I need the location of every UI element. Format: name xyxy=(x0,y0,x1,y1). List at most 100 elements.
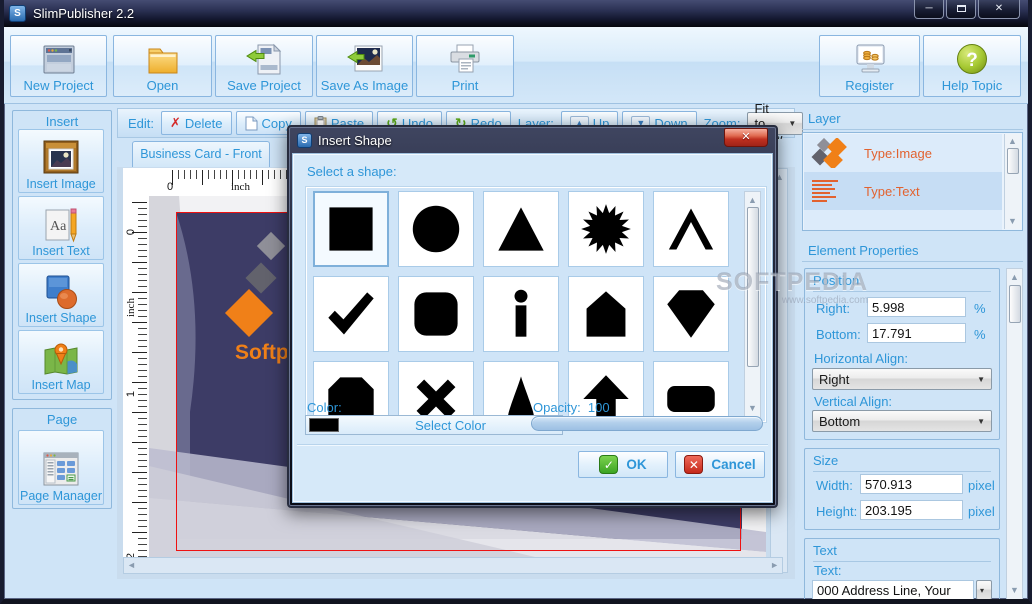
open-label: Open xyxy=(147,78,179,93)
select-shape-label: Select a shape: xyxy=(307,164,397,179)
width-input[interactable] xyxy=(860,474,963,494)
properties-scrollbar[interactable]: ▲ ▼ xyxy=(1006,268,1023,600)
close-icon: ✕ xyxy=(995,3,1003,14)
shape-grid-scrollbar[interactable]: ▲ ▼ xyxy=(744,191,761,418)
insert-shape-button[interactable]: Insert Shape xyxy=(18,263,104,327)
text-header: Text xyxy=(813,543,837,558)
new-project-button[interactable]: New Project xyxy=(10,35,107,97)
insert-text-button[interactable]: Aa Insert Text xyxy=(18,196,104,260)
shape-option-checkmark[interactable] xyxy=(313,276,389,352)
layer-scroll-down-icon[interactable]: ▼ xyxy=(1008,214,1017,229)
tab-business-card-front[interactable]: Business Card - Front xyxy=(132,141,270,167)
close-icon: ✕ xyxy=(741,131,750,143)
maximize-icon xyxy=(957,5,966,12)
cancel-label: Cancel xyxy=(711,457,755,472)
save-as-image-button[interactable]: Save As Image xyxy=(316,35,413,97)
scroll-left-icon[interactable]: ◄ xyxy=(127,558,136,573)
print-button[interactable]: Print xyxy=(416,35,514,97)
text-expand-button[interactable]: ▾ xyxy=(976,580,992,600)
square-icon xyxy=(324,202,378,256)
layer-item-partial[interactable] xyxy=(804,210,1002,230)
height-input[interactable] xyxy=(860,500,963,520)
new-project-label: New Project xyxy=(23,78,93,93)
register-button[interactable]: Register xyxy=(819,35,920,97)
v-ruler-unit: inch xyxy=(125,303,137,317)
shape-option-cross-x[interactable] xyxy=(398,361,474,423)
cancel-button[interactable]: ✕ Cancel xyxy=(675,451,765,478)
shape-option-triangle[interactable] xyxy=(483,191,559,267)
shape-option-rounded-square[interactable] xyxy=(398,276,474,352)
shape-option-starburst[interactable] xyxy=(568,191,644,267)
dialog-close-button[interactable]: ✕ xyxy=(724,128,768,147)
text-label: Text: xyxy=(814,563,841,578)
scroll-right-icon[interactable]: ► xyxy=(770,558,779,573)
page-manager-icon xyxy=(39,449,83,489)
maximize-button[interactable] xyxy=(946,0,976,19)
layer-item-text[interactable]: Type:Text xyxy=(804,172,1002,210)
properties-scroll-down-icon[interactable]: ▼ xyxy=(1010,583,1019,598)
opacity-label-text: Opacity: xyxy=(533,400,581,415)
open-folder-icon xyxy=(145,43,181,76)
layer-list: Type:Image Type:Text ▲ ▼ xyxy=(802,132,1023,231)
minimize-button[interactable]: ─ xyxy=(914,0,944,19)
shape-option-pentagon-down[interactable] xyxy=(653,276,729,352)
help-topic-button[interactable]: ? Help Topic xyxy=(923,35,1021,97)
shape-option-info-i[interactable] xyxy=(483,276,559,352)
page-manager-button[interactable]: Page Manager xyxy=(18,430,104,505)
dialog-titlebar: S Insert Shape ✕ xyxy=(289,127,776,153)
horizontal-align-label: Horizontal Align: xyxy=(814,351,908,366)
dialog-body: Select a shape: ▲ ▼ Color: Select Color … xyxy=(292,153,773,503)
save-project-button[interactable]: Save Project xyxy=(215,35,313,97)
element-properties-header: Element Properties xyxy=(808,243,919,258)
opacity-slider[interactable] xyxy=(531,416,763,431)
delete-button[interactable]: ✗ Delete xyxy=(161,111,231,135)
titlebar: S SlimPublisher 2.2 ─ ✕ xyxy=(0,0,1032,27)
bottom-unit: % xyxy=(974,327,986,342)
bottom-input[interactable] xyxy=(867,323,966,343)
canvas-horizontal-scrollbar[interactable]: ◄ ► xyxy=(123,557,783,574)
shape-option-square[interactable] xyxy=(313,191,389,267)
opacity-label: Opacity: 100 xyxy=(533,400,610,415)
delete-icon: ✗ xyxy=(170,115,181,131)
grid-scroll-up-icon[interactable]: ▲ xyxy=(748,193,757,208)
shape-option-rounded-rect[interactable] xyxy=(653,361,729,423)
insert-map-icon xyxy=(40,340,82,378)
text-layer-thumbnail xyxy=(810,176,850,206)
app-icon: S xyxy=(9,5,26,22)
print-label: Print xyxy=(452,78,479,93)
shape-option-chevron[interactable] xyxy=(653,191,729,267)
insert-image-button[interactable]: Insert Image xyxy=(18,129,104,193)
grid-scroll-down-icon[interactable]: ▼ xyxy=(748,401,757,416)
right-input[interactable] xyxy=(867,297,966,317)
color-swatch xyxy=(309,418,339,432)
shape-option-circle[interactable] xyxy=(398,191,474,267)
insert-map-button[interactable]: Insert Map xyxy=(18,330,104,394)
help-icon: ? xyxy=(955,43,989,76)
open-button[interactable]: Open xyxy=(113,35,212,97)
insert-shape-icon xyxy=(40,273,82,311)
vertical-align-select[interactable]: Bottom ▼ xyxy=(812,410,992,432)
horizontal-align-select[interactable]: Right ▼ xyxy=(812,368,992,390)
layer-scroll-up-icon[interactable]: ▲ xyxy=(1008,134,1017,149)
shape-grid: ▲ ▼ xyxy=(305,186,767,423)
bottom-label: Bottom: xyxy=(816,327,861,342)
cancel-x-icon: ✕ xyxy=(684,455,703,474)
print-icon xyxy=(446,43,484,76)
right-label: Right: xyxy=(816,301,850,316)
layer-item-image[interactable]: Type:Image xyxy=(804,134,1002,172)
insert-image-label: Insert Image xyxy=(26,177,95,191)
save-project-label: Save Project xyxy=(227,78,301,93)
shape-option-pentagon-up[interactable] xyxy=(568,276,644,352)
layer-scrollbar[interactable]: ▲ ▼ xyxy=(1004,134,1021,229)
ok-button[interactable]: ✓ OK xyxy=(578,451,668,478)
color-label: Color: xyxy=(307,400,342,415)
insert-text-icon: Aa xyxy=(41,206,81,244)
dialog-separator xyxy=(297,444,768,445)
select-color-button[interactable]: Select Color xyxy=(305,415,563,435)
properties-scroll-up-icon[interactable]: ▲ xyxy=(1010,270,1019,285)
text-input[interactable] xyxy=(812,580,974,600)
properties-header-divider xyxy=(802,261,1023,262)
page-group-header: Page xyxy=(13,409,111,430)
ok-label: OK xyxy=(626,457,646,472)
close-button[interactable]: ✕ xyxy=(978,0,1020,19)
